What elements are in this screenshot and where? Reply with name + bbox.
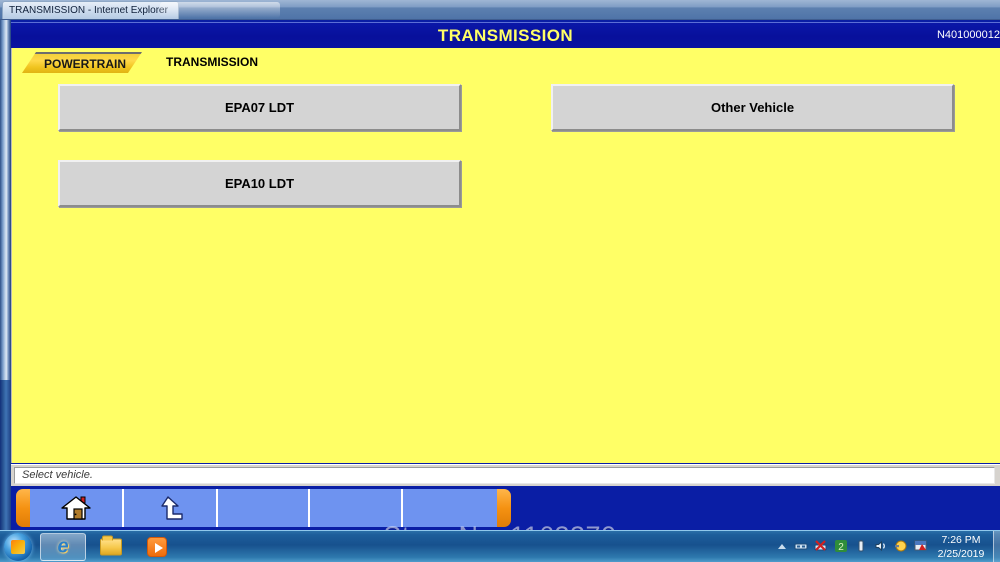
folder-explorer-icon bbox=[100, 535, 122, 556]
taskbar-item-windows-explorer[interactable] bbox=[88, 533, 134, 561]
screen: TRANSMISSION - Internet Explorer TRANSMI… bbox=[0, 0, 1000, 562]
network-disconnected-icon[interactable] bbox=[814, 539, 828, 553]
vehicle-button-label: EPA07 LDT bbox=[224, 100, 295, 115]
vehicle-button-other-vehicle[interactable]: Other Vehicle bbox=[551, 84, 954, 131]
page-title: TRANSMISSION bbox=[437, 26, 574, 45]
media-player-icon bbox=[147, 537, 167, 557]
vehicle-button-label: EPA10 LDT bbox=[224, 176, 295, 191]
page-header: TRANSMISSION N401000012 bbox=[11, 22, 1000, 48]
show-hidden-icons-icon[interactable] bbox=[778, 543, 786, 549]
breadcrumb: POWERTRAIN TRANSMISSION bbox=[22, 52, 258, 73]
toolbar-button-back[interactable] bbox=[124, 489, 218, 527]
status-bar: Select vehicle. bbox=[11, 464, 1000, 486]
toolbar-button-4[interactable] bbox=[310, 489, 403, 527]
show-desktop-button[interactable] bbox=[993, 531, 1000, 562]
taskbar-clock[interactable]: 7:26 PM 2/25/2019 bbox=[930, 533, 992, 561]
breadcrumb-item-powertrain[interactable]: POWERTRAIN bbox=[22, 52, 142, 73]
sync-status-icon[interactable]: 2 bbox=[834, 539, 848, 553]
toolbar-strip bbox=[16, 489, 511, 527]
battery-icon[interactable] bbox=[854, 539, 868, 553]
vehicle-button-label: Other Vehicle bbox=[710, 100, 795, 115]
breadcrumb-item-transmission: TRANSMISSION bbox=[166, 55, 259, 69]
window-left-border-lower bbox=[0, 380, 11, 530]
network-adapter-icon[interactable] bbox=[794, 539, 808, 553]
bottom-toolbar bbox=[11, 487, 1000, 530]
toolbar-button-3[interactable] bbox=[218, 489, 310, 527]
titlebar-sheen bbox=[160, 2, 280, 18]
internet-explorer-icon: e bbox=[57, 535, 69, 558]
taskbar-item-media-player[interactable] bbox=[134, 533, 180, 561]
action-center-flag-icon[interactable] bbox=[914, 539, 928, 553]
windows-taskbar: e 2 7:26 PM 2/25/2019 bbox=[0, 530, 1000, 562]
clock-date: 2/25/2019 bbox=[937, 548, 985, 560]
back-up-arrow-icon bbox=[124, 489, 216, 527]
toolbar-cap-right bbox=[497, 489, 511, 527]
taskbar-item-internet-explorer[interactable]: e bbox=[40, 533, 86, 561]
clock-time: 7:26 PM bbox=[941, 534, 981, 546]
start-button-icon[interactable] bbox=[4, 533, 32, 561]
toolbar-cap-left bbox=[16, 489, 30, 527]
vehicle-button-epa10-ldt[interactable]: EPA10 LDT bbox=[58, 160, 461, 207]
breadcrumb-separator bbox=[142, 52, 156, 73]
home-icon bbox=[30, 489, 122, 527]
browser-tab[interactable]: TRANSMISSION - Internet Explorer bbox=[2, 1, 179, 19]
content-area: POWERTRAIN TRANSMISSION EPA07 LDT EPA10 L… bbox=[11, 48, 1000, 463]
vehicle-button-epa07-ldt[interactable]: EPA07 LDT bbox=[58, 84, 461, 131]
window-titlebar: TRANSMISSION - Internet Explorer bbox=[0, 0, 1000, 20]
svg-text:2: 2 bbox=[838, 542, 844, 553]
page-code: N401000012 bbox=[936, 29, 1000, 41]
toolbar-button-5[interactable] bbox=[403, 489, 497, 527]
tray-icon-group: 2 bbox=[778, 539, 928, 553]
warning-status-icon[interactable] bbox=[894, 539, 908, 553]
volume-icon[interactable] bbox=[874, 539, 888, 553]
toolbar-button-home[interactable] bbox=[30, 489, 124, 527]
status-message: Select vehicle. bbox=[14, 467, 995, 484]
